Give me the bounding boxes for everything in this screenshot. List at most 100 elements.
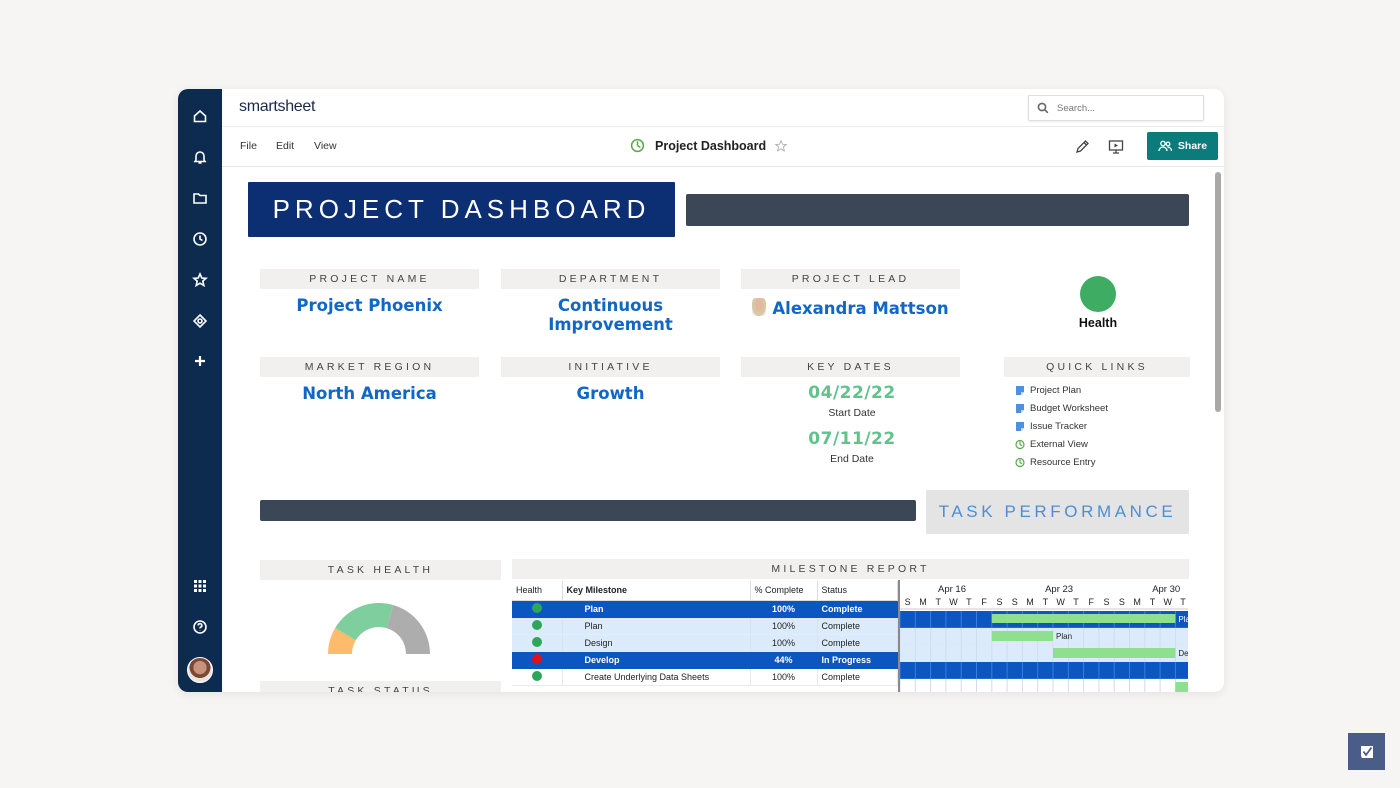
quick-link-external-view[interactable]: External View xyxy=(1015,435,1108,453)
milestone-health[interactable] xyxy=(512,617,563,635)
left-nav xyxy=(178,89,222,692)
smartsheet-logo[interactable]: smartsheet xyxy=(239,98,315,116)
gantt-day-label: T xyxy=(936,597,942,607)
favorite-star-icon[interactable] xyxy=(774,139,788,153)
milestone-header-row: Health Key Milestone % Complete Status xyxy=(512,581,898,601)
edit-pencil-icon[interactable] xyxy=(1073,138,1091,156)
milestone-percent[interactable]: 100% xyxy=(750,617,818,635)
lead-avatar xyxy=(752,298,767,316)
health-dot-icon xyxy=(531,619,542,630)
milestone-status[interactable]: In Progress xyxy=(817,651,898,669)
milestone-row[interactable]: Create Underlying Data Sheets 100% Complet… xyxy=(512,668,898,686)
milestone-name[interactable]: Plan xyxy=(562,600,751,618)
milestone-row[interactable]: Develop 44% In Progress xyxy=(512,651,898,669)
vertical-scrollbar[interactable] xyxy=(1215,172,1221,412)
bell-icon[interactable] xyxy=(178,142,222,172)
share-button[interactable]: Share xyxy=(1147,132,1218,160)
department-value: Continuous Improvement xyxy=(548,296,673,334)
milestone-name[interactable]: Design xyxy=(562,634,751,652)
gantt-day-label: T xyxy=(966,597,972,607)
quick-link-project-plan[interactable]: Project Plan xyxy=(1015,381,1108,399)
gantt-day-label: S xyxy=(996,597,1002,607)
department-label: DEPARTMENT xyxy=(501,269,720,289)
milestone-report-label: MILESTONE REPORT xyxy=(512,559,1189,579)
solutions-icon[interactable] xyxy=(178,306,222,336)
share-label: Share xyxy=(1177,140,1208,152)
present-icon[interactable] xyxy=(1107,138,1125,156)
milestone-status[interactable]: Complete xyxy=(817,668,898,686)
clock-icon[interactable] xyxy=(178,224,222,254)
dashboard-icon xyxy=(630,138,645,153)
menu-view[interactable]: View xyxy=(314,140,337,152)
end-date-label: End Date xyxy=(830,453,874,465)
gantt-bar xyxy=(1053,648,1176,658)
milestone-percent[interactable]: 44% xyxy=(750,651,818,669)
apps-grid-icon[interactable] xyxy=(178,571,222,601)
gantt-svg: Apr 16Apr 23Apr 30SMTWTFSSMTWTFSSMTWTPla… xyxy=(900,584,1188,692)
menu-edit[interactable]: Edit xyxy=(276,140,294,152)
milestone-name[interactable]: Develop xyxy=(562,651,751,669)
search-input[interactable] xyxy=(1057,102,1187,114)
milestone-percent[interactable]: 100% xyxy=(750,668,818,686)
milestone-status[interactable]: Complete xyxy=(817,634,898,652)
home-icon[interactable] xyxy=(178,101,222,131)
col-health[interactable]: Health xyxy=(512,581,563,601)
folder-icon[interactable] xyxy=(178,183,222,213)
milestone-name[interactable]: Create Underlying Data Sheets xyxy=(562,668,751,686)
plus-icon[interactable] xyxy=(178,346,222,376)
quick-link-budget-worksheet[interactable]: Budget Worksheet xyxy=(1015,399,1108,417)
milestone-row[interactable]: Plan 100% Complete xyxy=(512,600,898,618)
menu-file[interactable]: File xyxy=(240,140,257,152)
gantt-bar xyxy=(991,614,1176,623)
project-lead-value: Alexandra Mattson xyxy=(741,298,960,318)
gantt-day-label: T xyxy=(1073,597,1079,607)
col-status[interactable]: Status xyxy=(817,581,898,601)
health-dot-icon xyxy=(531,602,542,613)
col-key-milestone[interactable]: Key Milestone xyxy=(562,581,751,601)
smartsheet-badge xyxy=(1348,733,1385,770)
milestone-health[interactable] xyxy=(512,651,563,669)
gantt-week-label: Apr 16 xyxy=(938,584,966,595)
dashboard-content: PROJECT DASHBOARD PROJECT NAME Project P… xyxy=(222,168,1214,692)
dashboard-icon xyxy=(1015,457,1025,467)
user-avatar[interactable] xyxy=(187,657,213,683)
milestone-health[interactable] xyxy=(512,634,563,652)
col-percent-complete[interactable]: % Complete xyxy=(750,581,818,601)
project-lead-label: PROJECT LEAD xyxy=(741,269,960,289)
gantt-day-label: M xyxy=(1026,597,1034,607)
gantt-day-label: S xyxy=(1104,597,1110,607)
task-health-label: TASK HEALTH xyxy=(260,560,501,580)
market-region-value: North America xyxy=(302,384,437,403)
header-divider-bar xyxy=(686,194,1189,226)
project-name-value: Project Phoenix xyxy=(296,296,443,315)
milestone-percent[interactable]: 100% xyxy=(750,634,818,652)
milestone-health[interactable] xyxy=(512,600,563,618)
gantt-day-label: S xyxy=(905,597,911,607)
sheet-icon xyxy=(1016,385,1024,395)
milestone-status[interactable]: Complete xyxy=(817,617,898,635)
dashboard-banner: PROJECT DASHBOARD xyxy=(248,182,675,237)
health-label: Health xyxy=(1078,316,1118,330)
milestone-row[interactable]: Design 100% Complete xyxy=(512,634,898,652)
gantt-bar xyxy=(1175,682,1188,692)
quick-link-issue-tracker[interactable]: Issue Tracker xyxy=(1015,417,1108,435)
dashboard-icon xyxy=(1015,439,1025,449)
initiative-value: Growth xyxy=(576,384,645,403)
app-window: smartsheet File Edit View Project Dashbo… xyxy=(178,89,1224,692)
help-icon[interactable] xyxy=(178,612,222,642)
milestone-row[interactable]: Plan 100% Complete xyxy=(512,617,898,635)
section-divider-bar xyxy=(260,500,916,521)
gantt-day-label: T xyxy=(1150,597,1156,607)
milestone-name[interactable]: Plan xyxy=(562,617,751,635)
health-indicator xyxy=(1080,276,1116,312)
milestone-percent[interactable]: 100% xyxy=(750,600,818,618)
star-icon[interactable] xyxy=(178,265,222,295)
gantt-day-label: F xyxy=(981,597,987,607)
gantt-bar-label: Plan xyxy=(1056,632,1072,641)
search-box[interactable] xyxy=(1028,95,1204,121)
sheet-icon xyxy=(1016,421,1024,431)
people-icon xyxy=(1158,140,1172,152)
milestone-health[interactable] xyxy=(512,668,563,686)
milestone-status[interactable]: Complete xyxy=(817,600,898,618)
quick-link-resource-entry[interactable]: Resource Entry xyxy=(1015,453,1108,471)
